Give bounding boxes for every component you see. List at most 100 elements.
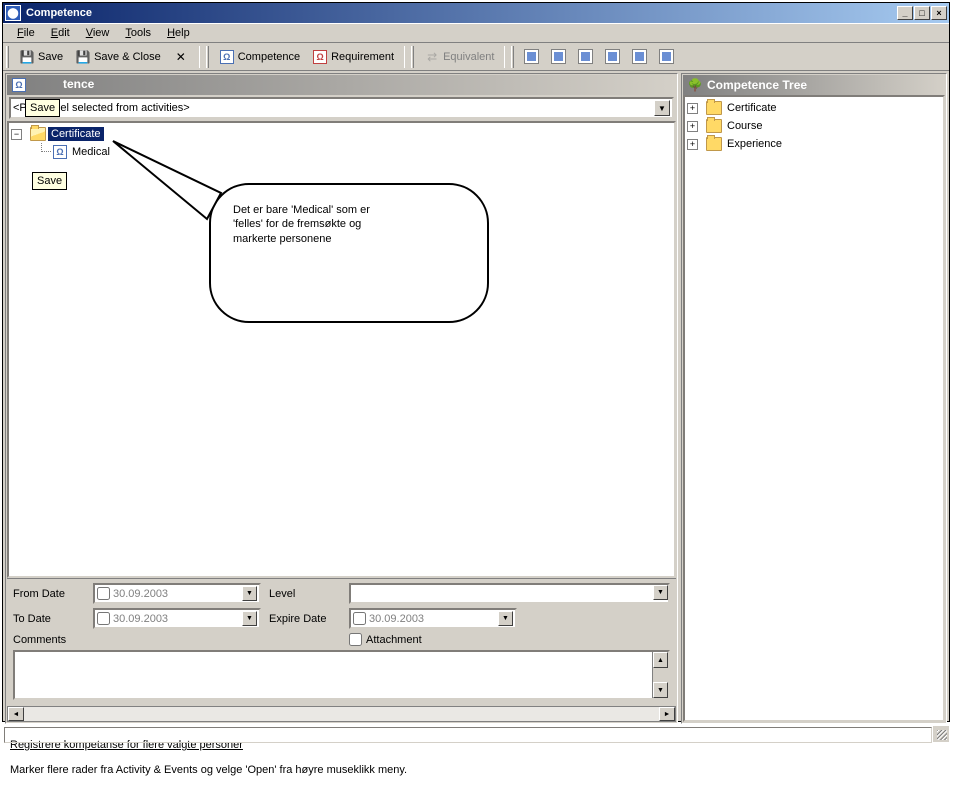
to-date-value: 30.09.2003: [113, 613, 239, 625]
view-button-5[interactable]: [627, 46, 652, 68]
close-button[interactable]: ×: [931, 6, 947, 20]
personnel-combo-text: <Personnel selected from activities>: [13, 102, 654, 114]
minimize-button[interactable]: _: [897, 6, 913, 20]
tree-label[interactable]: Experience: [724, 137, 785, 151]
toolbar: 💾 Save 💾 Save & Close ✕ Ω Competence Ω R…: [3, 43, 949, 71]
callout-line1: Det er bare 'Medical' som er: [233, 203, 465, 217]
equivalent-label: Equivalent: [443, 51, 494, 63]
competence-button[interactable]: Ω Competence: [214, 46, 305, 68]
save-close-button[interactable]: 💾 Save & Close: [70, 46, 166, 68]
level-field[interactable]: ▼: [349, 583, 670, 604]
expire-date-checkbox[interactable]: [353, 612, 366, 625]
personnel-selector-row: <Personnel selected from activities> ▼: [7, 95, 676, 121]
comments-textarea[interactable]: [15, 652, 652, 698]
attachment-label: Attachment: [366, 634, 422, 646]
save-tooltip: Save: [25, 99, 60, 117]
view-button-3[interactable]: [573, 46, 598, 68]
scroll-down-icon[interactable]: ▼: [653, 682, 668, 698]
window-title: Competence: [24, 7, 897, 19]
tree-row[interactable]: + Course: [687, 117, 941, 135]
comments-field[interactable]: ▲ ▼: [13, 650, 670, 700]
form-area: From Date 30.09.2003 ▼ Level ▼ To Date 3…: [7, 578, 676, 704]
left-panel-header: Ω Competence: [7, 75, 676, 95]
menu-view[interactable]: View: [78, 25, 118, 41]
chevron-down-icon[interactable]: ▼: [653, 585, 668, 600]
floppy-icon: 💾: [19, 49, 35, 65]
separator: [199, 46, 200, 68]
expand-icon[interactable]: +: [687, 103, 698, 114]
expand-icon[interactable]: +: [687, 121, 698, 132]
scroll-up-icon[interactable]: ▲: [653, 652, 668, 668]
callout-pointer: [111, 139, 171, 199]
save-tooltip: Save: [32, 172, 67, 190]
right-tree[interactable]: + Certificate + Course + Experience: [683, 95, 945, 722]
tree-label-medical[interactable]: Medical: [69, 145, 113, 159]
toolbar-handle: [411, 46, 414, 68]
scroll-right-icon[interactable]: ►: [659, 707, 675, 721]
delete-button[interactable]: ✕: [168, 46, 194, 68]
left-title-fragment: tence: [63, 77, 94, 91]
resize-grip[interactable]: [933, 726, 949, 742]
x-icon: ✕: [173, 49, 189, 65]
view-button-2[interactable]: [546, 46, 571, 68]
right-panel-title: Competence Tree: [707, 78, 807, 92]
h-scrollbar[interactable]: ◄ ►: [7, 706, 676, 722]
scrollbar-v[interactable]: ▲ ▼: [652, 652, 668, 698]
attachment-checkbox[interactable]: [349, 633, 362, 646]
panel-icon: Ω: [11, 77, 27, 93]
level-label: Level: [269, 588, 341, 600]
chevron-down-icon[interactable]: ▼: [498, 611, 513, 626]
folder-icon: [706, 101, 722, 115]
status-bar: [3, 726, 949, 744]
view-icon: [551, 49, 566, 64]
from-date-checkbox[interactable]: [97, 587, 110, 600]
from-date-label: From Date: [13, 588, 85, 600]
maximize-button[interactable]: □: [914, 6, 930, 20]
annotation-callout: Det er bare 'Medical' som er 'felles' fo…: [209, 183, 489, 323]
tree-label[interactable]: Course: [724, 119, 765, 133]
folder-open-icon: [30, 127, 46, 141]
chevron-down-icon[interactable]: ▼: [654, 100, 670, 116]
tree-row[interactable]: + Experience: [687, 135, 941, 153]
chevron-down-icon[interactable]: ▼: [242, 586, 257, 601]
from-date-value: 30.09.2003: [113, 588, 239, 600]
expire-date-label: Expire Date: [269, 613, 341, 625]
save-label: Save: [38, 51, 63, 63]
requirement-label: Requirement: [331, 51, 394, 63]
to-date-field[interactable]: 30.09.2003 ▼: [93, 608, 261, 629]
chevron-down-icon[interactable]: ▼: [242, 611, 257, 626]
view-button-1[interactable]: [519, 46, 544, 68]
from-date-field[interactable]: 30.09.2003 ▼: [93, 583, 261, 604]
equivalent-button: ⇄ Equivalent: [419, 46, 499, 68]
menu-tools[interactable]: Tools: [117, 25, 159, 41]
tree-label[interactable]: Certificate: [724, 101, 780, 115]
callout-line2: 'felles' for de fremsøkte og: [233, 217, 465, 231]
menu-file[interactable]: File: [9, 25, 43, 41]
to-date-checkbox[interactable]: [97, 612, 110, 625]
scroll-track[interactable]: [24, 707, 659, 721]
view-icon: [659, 49, 674, 64]
folder-icon: [706, 137, 722, 151]
tree-label-certificate[interactable]: Certificate: [48, 127, 104, 141]
requirement-button[interactable]: Ω Requirement: [307, 46, 399, 68]
menu-edit[interactable]: Edit: [43, 25, 78, 41]
expand-icon[interactable]: +: [687, 139, 698, 150]
tree-row[interactable]: + Certificate: [687, 99, 941, 117]
collapse-icon[interactable]: −: [11, 129, 22, 140]
titlebar: ⬤ Competence _ □ ×: [3, 3, 949, 23]
app-icon: ⬤: [5, 5, 21, 21]
personnel-combo[interactable]: <Personnel selected from activities> ▼: [9, 97, 674, 119]
caption-body: Marker flere rader fra Activity & Events…: [10, 763, 950, 778]
scroll-left-icon[interactable]: ◄: [8, 707, 24, 721]
menu-help[interactable]: Help: [159, 25, 198, 41]
separator: [404, 46, 405, 68]
menubar: File Edit View Tools Help: [3, 23, 949, 43]
view-button-4[interactable]: [600, 46, 625, 68]
right-panel: 🌳 Competence Tree + Certificate + Course: [681, 73, 947, 724]
save-close-label: Save & Close: [94, 51, 161, 63]
expire-date-field[interactable]: 30.09.2003 ▼: [349, 608, 517, 629]
expire-date-value: 30.09.2003: [369, 613, 495, 625]
tree-line: [41, 143, 51, 152]
save-button[interactable]: 💾 Save: [14, 46, 68, 68]
view-button-6[interactable]: [654, 46, 679, 68]
